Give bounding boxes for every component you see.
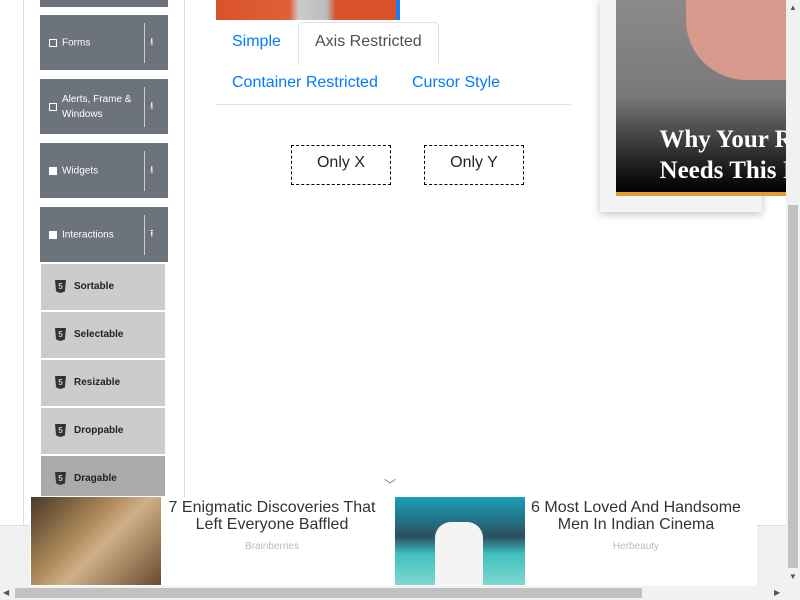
window-icon (49, 102, 57, 111)
side-ad-image[interactable]: Why Your R Needs This I (616, 0, 786, 192)
ad-thumbnail-2[interactable] (395, 497, 525, 585)
chevron-down-icon[interactable]: ﹀ (384, 476, 396, 493)
divider (144, 215, 145, 255)
sidebar-item-droppable[interactable]: 5 Droppable (41, 408, 165, 454)
group-label: Alerts, Frame & Windows (62, 93, 132, 120)
ad-image-accent (396, 0, 400, 20)
draggable-only-y[interactable]: Only Y (424, 145, 524, 185)
scroll-up-icon[interactable]: ▲ (789, 3, 797, 12)
sidebar-border-right (184, 0, 185, 525)
sidebar-group-interactions[interactable]: Interactions ⭱ (40, 207, 168, 262)
sidebar-item-dragable[interactable]: 5 Dragable (41, 456, 165, 496)
item-label: Resizable (74, 377, 121, 388)
ad-image-top (216, 0, 400, 20)
tab-axis-restricted[interactable]: Axis Restricted (298, 22, 439, 64)
horizontal-scrollbar[interactable]: ◀ ▶ (0, 586, 800, 600)
grid-icon (49, 166, 57, 175)
group-label: Forms (62, 37, 91, 48)
side-ad-bar (616, 192, 786, 196)
tab-cursor-style[interactable]: Cursor Style (412, 74, 500, 92)
ad-thumbnail-1[interactable] (31, 497, 161, 585)
sidebar-group-alerts[interactable]: Alerts, Frame & Windows ⭳ (40, 79, 168, 134)
ad-dress-shape (686, 0, 786, 80)
html5-icon: 5 (55, 328, 66, 341)
divider (144, 151, 145, 191)
divider (144, 23, 145, 63)
item-label: Droppable (74, 425, 124, 436)
ad-source-2: Herbeauty (612, 541, 660, 552)
interaction-icon (49, 230, 57, 239)
ad-title-1[interactable]: 7 Enigmatic Discoveries That Left Everyo… (163, 499, 381, 533)
sidebar-item-resizable[interactable]: 5 Resizable (41, 360, 165, 406)
collapse-icon[interactable]: ⭱ (150, 226, 154, 243)
scroll-right-icon[interactable]: ▶ (774, 588, 780, 597)
tabs-divider (215, 104, 571, 105)
ad-person-shape (435, 522, 483, 585)
html5-icon: 5 (55, 376, 66, 389)
scroll-left-icon[interactable]: ◀ (3, 588, 9, 597)
sidebar-border-left (23, 0, 24, 525)
sidebar-item-selectable[interactable]: 5 Selectable (41, 312, 165, 358)
html5-icon: 5 (55, 472, 66, 485)
scroll-down-icon[interactable]: ▼ (789, 572, 797, 581)
html5-icon: 5 (55, 424, 66, 437)
item-label: Dragable (74, 473, 117, 484)
group-label: Widgets (62, 165, 99, 176)
group-label: Interactions (62, 229, 114, 240)
ad-source-1: Brainberries (245, 541, 299, 552)
item-label: Selectable (74, 329, 124, 340)
vertical-scrollbar[interactable]: ▲ ▼ (786, 0, 800, 586)
vertical-scroll-thumb[interactable] (788, 205, 798, 568)
tab-container-restricted[interactable]: Container Restricted (232, 74, 378, 92)
file-icon (49, 38, 57, 47)
html5-icon: 5 (55, 280, 66, 293)
sidebar-group-forms[interactable]: Forms ⭳ (40, 15, 168, 70)
sidebar-group-widgets[interactable]: Widgets ⭳ (40, 143, 168, 198)
ad-title-2[interactable]: 6 Most Loved And Handsome Men In Indian … (527, 499, 745, 533)
horizontal-scroll-thumb[interactable] (15, 588, 642, 598)
expand-icon[interactable]: ⭳ (150, 98, 154, 115)
expand-icon[interactable]: ⭳ (150, 162, 154, 179)
sidebar-item-sortable[interactable]: 5 Sortable (41, 264, 165, 310)
tab-simple[interactable]: Simple (232, 33, 281, 51)
item-label: Sortable (74, 281, 115, 292)
expand-icon[interactable]: ⭳ (150, 34, 154, 51)
sidebar-group-elements[interactable] (40, 0, 168, 7)
draggable-only-x[interactable]: Only X (291, 145, 391, 185)
divider (144, 87, 145, 127)
side-ad-headline: Why Your R Needs This I (659, 126, 786, 184)
